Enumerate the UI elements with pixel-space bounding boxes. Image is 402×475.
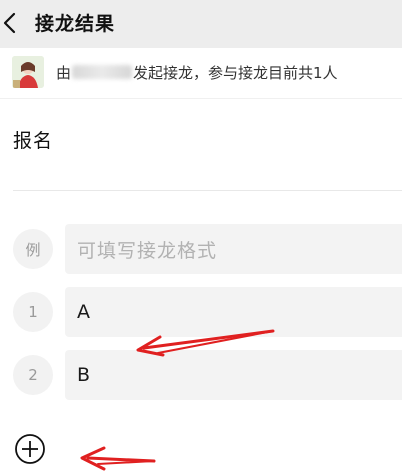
initiator-suffix: 发起接龙，参与接龙目前共1人 bbox=[133, 64, 338, 82]
entry-index: 2 bbox=[13, 355, 53, 395]
title-divider bbox=[13, 190, 402, 191]
entry-input-1[interactable]: A bbox=[65, 287, 402, 337]
initiator-text: 由 发起接龙，参与接龙目前共1人 bbox=[56, 62, 338, 83]
avatar-image bbox=[12, 56, 44, 88]
entry-index: 1 bbox=[13, 292, 53, 332]
entry-row-1: 1 A bbox=[0, 287, 402, 337]
initiator-prefix: 由 bbox=[56, 64, 72, 82]
example-format-input[interactable]: 可填写接龙格式 bbox=[65, 224, 402, 274]
add-entry-button[interactable] bbox=[14, 433, 46, 465]
entry-row-2: 2 B bbox=[0, 350, 402, 400]
example-row: 例 可填写接龙格式 bbox=[0, 224, 402, 274]
signup-title[interactable]: 报名 bbox=[13, 126, 53, 153]
section-divider bbox=[0, 98, 402, 99]
circle-plus-icon bbox=[15, 434, 45, 464]
chevron-left-icon bbox=[3, 12, 16, 34]
entry-input-2[interactable]: B bbox=[65, 350, 402, 400]
example-badge: 例 bbox=[13, 229, 53, 269]
initiator-banner: 由 发起接龙，参与接龙目前共1人 bbox=[0, 48, 402, 98]
top-bar: 接龙结果 bbox=[0, 0, 402, 48]
annotation-arrow-icon bbox=[80, 446, 156, 471]
avatar[interactable] bbox=[12, 56, 44, 88]
page-title: 接龙结果 bbox=[35, 13, 116, 35]
blurred-username bbox=[72, 65, 133, 79]
back-button[interactable] bbox=[0, 8, 26, 38]
